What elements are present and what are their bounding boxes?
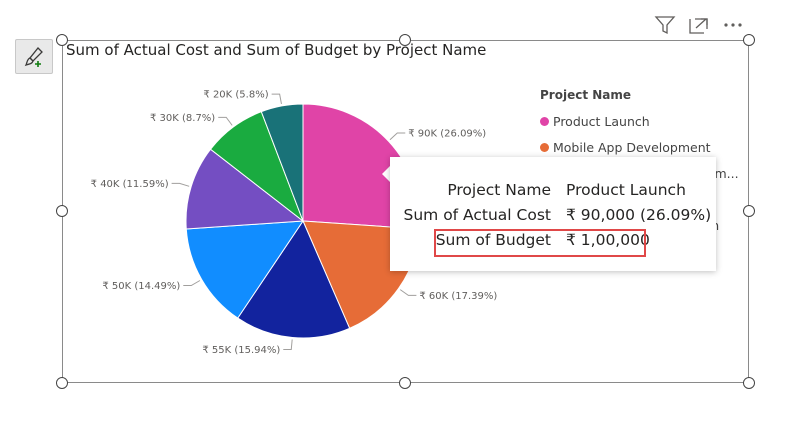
slice-leader-line bbox=[389, 132, 406, 141]
slice-data-label: ₹ 60K (17.39%) bbox=[419, 291, 497, 302]
tooltip-row: Project Name Product Launch bbox=[390, 181, 716, 205]
legend-marker bbox=[540, 116, 549, 126]
legend-item[interactable]: Product Launch bbox=[540, 108, 739, 134]
slice-data-label: ₹ 30K (8.7%) bbox=[150, 113, 215, 124]
tooltip-value: ₹ 90,000 (26.09%) bbox=[566, 206, 712, 224]
slice-data-label: ₹ 55K (15.94%) bbox=[202, 345, 280, 356]
tooltip-key: Project Name bbox=[447, 181, 551, 199]
slice-data-label: ₹ 20K (5.8%) bbox=[203, 90, 268, 101]
legend-label: Product Launch bbox=[553, 113, 650, 129]
legend-title: Project Name bbox=[540, 88, 632, 102]
slice-leader-line bbox=[171, 182, 190, 187]
tooltip: Project Name Product Launch Sum of Actua… bbox=[390, 157, 716, 271]
slice-data-label: ₹ 90K (26.09%) bbox=[408, 128, 486, 139]
tooltip-row: Sum of Actual Cost ₹ 90,000 (26.09%) bbox=[390, 206, 716, 230]
legend-label: Mobile App Development bbox=[553, 139, 711, 155]
slice-leader-line bbox=[283, 339, 293, 350]
tooltip-value: Product Launch bbox=[566, 181, 686, 199]
slice-leader-line bbox=[218, 116, 233, 126]
slice-leader-line bbox=[399, 289, 417, 296]
legend-marker bbox=[540, 142, 549, 152]
slice-leader-line bbox=[271, 93, 282, 105]
tooltip-highlight-box bbox=[434, 229, 646, 257]
slice-leader-line bbox=[183, 280, 201, 286]
slice-data-label: ₹ 40K (11.59%) bbox=[91, 179, 169, 190]
tooltip-key: Sum of Actual Cost bbox=[403, 206, 552, 224]
slice-data-label: ₹ 50K (14.49%) bbox=[102, 281, 180, 292]
